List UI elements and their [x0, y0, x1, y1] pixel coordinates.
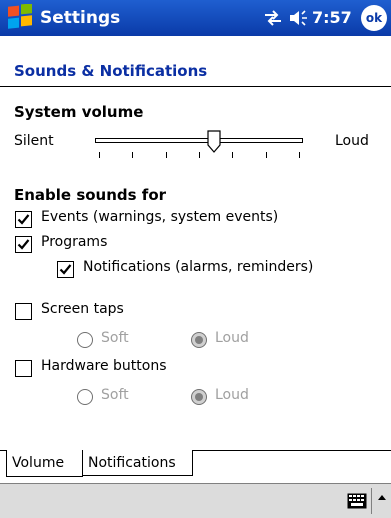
- hardware-buttons-loud-radio[interactable]: [191, 389, 207, 405]
- checkmark-icon: [59, 264, 72, 275]
- volume-min-label: Silent: [14, 133, 54, 149]
- clock[interactable]: 7:57: [312, 8, 352, 27]
- ok-button[interactable]: ok: [361, 5, 387, 31]
- app-title: Settings: [40, 8, 121, 28]
- chevron-up-icon[interactable]: [377, 493, 387, 501]
- hardware-buttons-label[interactable]: Hardware buttons: [41, 358, 167, 374]
- title-bar: Settings 7:57 ok: [0, 0, 391, 36]
- notifications-label[interactable]: Notifications (alarms, reminders): [83, 259, 313, 275]
- volume-icon[interactable]: [289, 9, 309, 27]
- programs-label[interactable]: Programs: [41, 234, 107, 250]
- hardware-buttons-checkbox[interactable]: [15, 360, 32, 377]
- connectivity-icon[interactable]: [263, 9, 283, 27]
- checkmark-icon: [17, 239, 30, 250]
- volume-tick: [199, 152, 200, 158]
- volume-tick: [265, 152, 267, 158]
- volume-tick: [99, 152, 100, 158]
- tab-volume[interactable]: Volume: [6, 450, 83, 477]
- system-volume-heading: System volume: [14, 103, 144, 121]
- keyboard-icon[interactable]: [347, 493, 367, 509]
- menu-bar: [0, 483, 391, 518]
- hardware-buttons-soft-label[interactable]: Soft: [101, 387, 129, 403]
- sip-separator: [371, 488, 372, 514]
- volume-tick: [299, 152, 300, 158]
- checkmark-icon: [17, 214, 30, 225]
- screen-taps-soft-radio[interactable]: [77, 332, 93, 348]
- tab-notifications[interactable]: Notifications: [83, 450, 193, 476]
- screen-taps-checkbox[interactable]: [15, 303, 32, 320]
- screen-taps-soft-label[interactable]: Soft: [101, 330, 129, 346]
- hardware-buttons-soft-radio[interactable]: [77, 389, 93, 405]
- hardware-buttons-loud-label[interactable]: Loud: [215, 387, 249, 403]
- programs-checkbox[interactable]: [15, 236, 32, 253]
- screen-taps-label[interactable]: Screen taps: [41, 301, 124, 317]
- events-label[interactable]: Events (warnings, system events): [41, 209, 278, 225]
- screen-taps-loud-label[interactable]: Loud: [215, 330, 249, 346]
- volume-tick: [132, 152, 134, 158]
- notifications-checkbox[interactable]: [57, 261, 74, 278]
- events-checkbox[interactable]: [15, 211, 32, 228]
- page-title: Sounds & Notifications: [14, 62, 208, 80]
- windows-start-icon[interactable]: [6, 4, 34, 32]
- enable-sounds-heading: Enable sounds for: [14, 186, 167, 204]
- volume-tick: [232, 152, 234, 158]
- screen-taps-loud-radio[interactable]: [191, 332, 207, 348]
- volume-slider-thumb[interactable]: [206, 130, 221, 153]
- volume-max-label: Loud: [335, 133, 369, 149]
- volume-tick: [165, 152, 167, 158]
- volume-slider-track[interactable]: [95, 138, 303, 143]
- header-divider: [0, 86, 391, 87]
